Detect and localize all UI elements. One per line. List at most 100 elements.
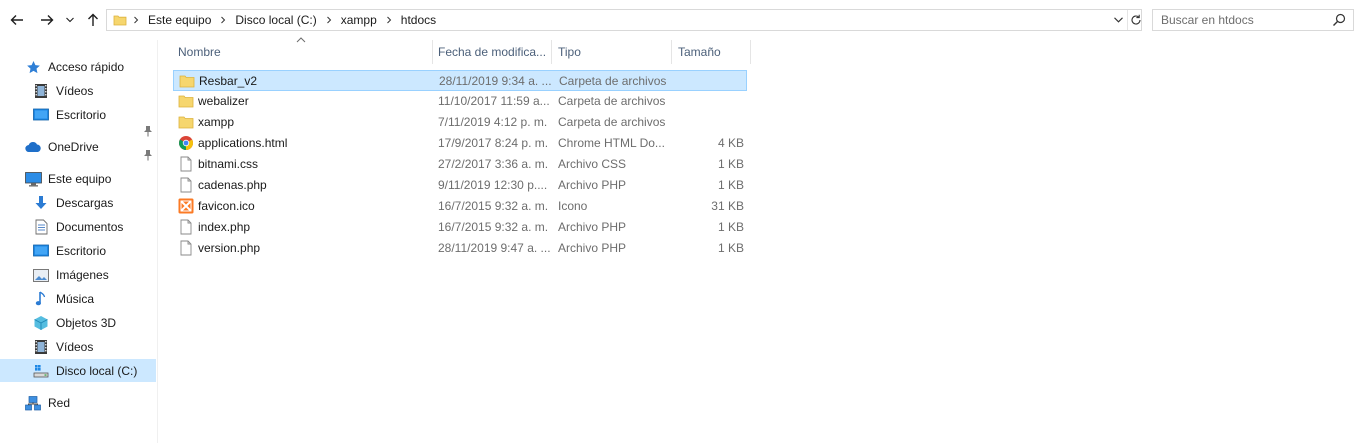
chevron-down-icon [1113, 17, 1123, 23]
file-type: Icono [558, 199, 588, 213]
breadcrumb-separator-icon[interactable] [323, 16, 335, 24]
chevron-down-icon [66, 17, 74, 23]
nav-item-descargas[interactable]: Descargas [32, 192, 113, 214]
nav-item-acceso-rapido[interactable]: Acceso rápido [24, 56, 124, 78]
nav-item-label: Descargas [56, 196, 114, 210]
file-icon [180, 177, 192, 193]
cloud-icon [24, 139, 42, 155]
forward-button[interactable] [36, 9, 58, 31]
file-row-bitnami-css[interactable]: bitnami.css 27/2/2017 3:36 a. m. Archivo… [173, 154, 747, 175]
downloads-icon [32, 195, 50, 211]
nav-item-label: OneDrive [48, 140, 99, 154]
file-row-favicon-ico[interactable]: favicon.ico 16/7/2015 9:32 a. m. Icono 3… [173, 196, 747, 217]
file-name: favicon.ico [198, 199, 255, 213]
file-date: 28/11/2019 9:34 a. ... [439, 74, 551, 88]
file-size: 1 KB [717, 157, 744, 171]
nav-item-red[interactable]: Red [24, 392, 70, 414]
chrome-icon [179, 136, 193, 150]
videos-icon [32, 339, 50, 355]
nav-item-label: Música [56, 292, 95, 306]
file-row-webalizer[interactable]: webalizer 11/10/2017 11:59 a... Carpeta … [173, 91, 747, 112]
address-dropdown-button[interactable] [1109, 10, 1127, 30]
refresh-button[interactable] [1127, 10, 1144, 30]
file-row-index-php[interactable]: index.php 16/7/2015 9:32 a. m. Archivo P… [173, 217, 747, 238]
nav-item-videos[interactable]: Vídeos [32, 336, 93, 358]
column-header-size[interactable]: Tamaño [672, 40, 750, 64]
file-name: webalizer [198, 94, 249, 108]
nav-item-imagenes[interactable]: Imágenes [32, 264, 109, 286]
drive-icon [32, 363, 50, 379]
nav-item-label: Documentos [56, 220, 124, 234]
file-date: 16/7/2015 9:32 a. m. [438, 220, 549, 234]
nav-item-videos-pinned[interactable]: Vídeos [32, 80, 93, 102]
file-name: cadenas.php [198, 178, 267, 192]
column-divider[interactable] [750, 40, 751, 64]
breadcrumb-este-equipo[interactable]: Este equipo [142, 10, 217, 30]
breadcrumb-htdocs[interactable]: htdocs [395, 10, 442, 30]
nav-item-escritorio-pinned[interactable]: Escritorio [32, 104, 106, 126]
breadcrumb-separator-icon[interactable] [217, 16, 229, 24]
pin-icon [144, 126, 152, 137]
folder-icon [179, 75, 195, 88]
up-arrow-icon [88, 13, 98, 26]
file-row-cadenas-php[interactable]: cadenas.php 9/11/2019 12:30 p.... Archiv… [173, 175, 747, 196]
nav-item-label: Escritorio [56, 108, 107, 122]
nav-item-disco-local[interactable]: Disco local (C:) [0, 359, 156, 382]
column-header-date[interactable]: Fecha de modifica... [432, 40, 552, 64]
file-size [678, 112, 744, 133]
desktop-icon [32, 243, 50, 259]
file-row-version-php[interactable]: version.php 28/11/2019 9:47 a. ... Archi… [173, 238, 747, 259]
breadcrumb-xampp[interactable]: xampp [335, 10, 383, 30]
file-row-resbar-v2[interactable]: Resbar_v2 28/11/2019 9:34 a. ... Carpeta… [173, 70, 747, 91]
file-icon [180, 156, 192, 172]
address-bar[interactable]: Este equipo Disco local (C:) xampp htdoc… [106, 9, 1142, 31]
file-type: Chrome HTML Do... [558, 136, 665, 150]
forward-arrow-icon [41, 15, 54, 25]
file-name: Resbar_v2 [199, 74, 258, 88]
nav-item-escritorio[interactable]: Escritorio [32, 240, 106, 262]
file-size [679, 71, 745, 92]
file-size [678, 91, 744, 112]
search-box[interactable] [1152, 9, 1354, 31]
file-date: 11/10/2017 11:59 a... [438, 94, 550, 108]
breadcrumb-disco-local[interactable]: Disco local (C:) [229, 10, 322, 30]
nav-item-musica[interactable]: Música [32, 288, 94, 310]
breadcrumb-separator-icon[interactable] [383, 16, 395, 24]
file-date: 9/11/2019 12:30 p.... [438, 178, 548, 192]
file-size: 1 KB [717, 220, 744, 234]
folder-icon [110, 13, 130, 27]
nav-item-label: Vídeos [56, 84, 94, 98]
back-arrow-icon [10, 15, 23, 25]
file-name: index.php [198, 220, 251, 234]
nav-item-objetos-3d[interactable]: Objetos 3D [32, 312, 116, 334]
file-type: Archivo PHP [558, 220, 627, 234]
recent-locations-button[interactable] [62, 9, 78, 31]
column-header-name[interactable]: Nombre [172, 40, 432, 64]
music-icon [32, 291, 50, 307]
file-date: 28/11/2019 9:47 a. ... [438, 241, 550, 255]
refresh-icon [1131, 14, 1141, 25]
nav-item-label: Objetos 3D [56, 316, 117, 330]
file-date: 17/9/2017 8:24 p. m. [438, 136, 549, 150]
file-type: Archivo CSS [558, 157, 627, 171]
up-button[interactable] [82, 9, 104, 31]
back-button[interactable] [6, 9, 28, 31]
nav-item-label: Red [48, 396, 71, 410]
column-header-type[interactable]: Tipo [552, 40, 672, 64]
file-name: version.php [198, 241, 261, 255]
nav-item-label: Imágenes [56, 268, 109, 282]
search-icon[interactable] [1331, 12, 1347, 28]
file-size: 4 KB [717, 136, 744, 150]
file-name: applications.html [198, 136, 288, 150]
file-row-xampp[interactable]: xampp 7/11/2019 4:12 p. m. Carpeta de ar… [173, 112, 747, 133]
nav-item-documentos[interactable]: Documentos [32, 216, 123, 238]
file-list-view: Nombre Fecha de modifica... Tipo Tamaño … [158, 37, 1366, 443]
file-icon [180, 219, 192, 235]
file-row-applications-html[interactable]: applications.html 17/9/2017 8:24 p. m. C… [173, 133, 747, 154]
folder-icon [178, 116, 194, 129]
3d-objects-icon [32, 315, 50, 331]
star-icon [24, 59, 42, 75]
nav-item-este-equipo[interactable]: Este equipo [24, 168, 111, 190]
search-input[interactable] [1153, 10, 1339, 30]
nav-item-onedrive[interactable]: OneDrive [24, 136, 99, 158]
